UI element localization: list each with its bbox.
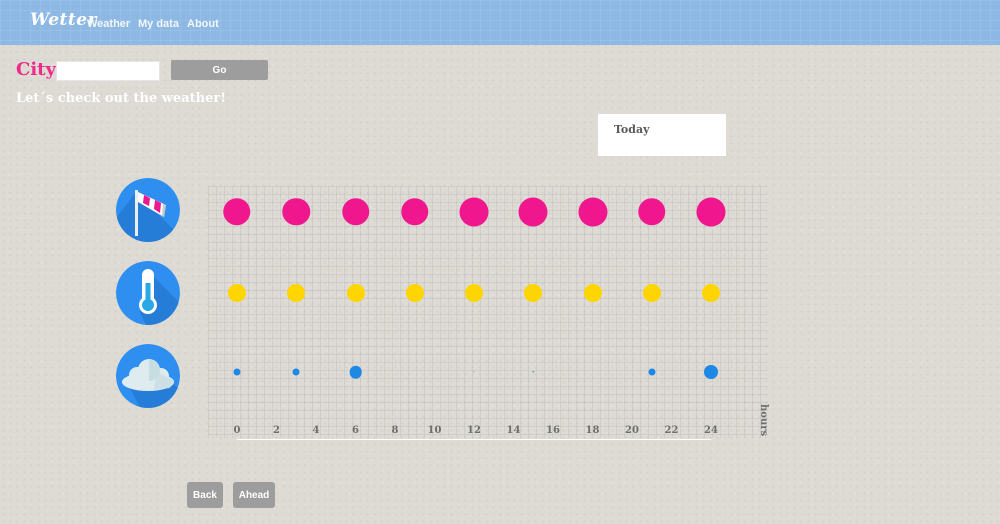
x-tick-label: 18 — [585, 425, 600, 436]
x-tick-label: 2 — [273, 425, 280, 436]
x-axis-label: hours — [758, 404, 769, 437]
data-point — [459, 197, 489, 227]
windsock-icon — [116, 178, 180, 242]
x-tick-label: 14 — [506, 425, 521, 436]
data-point — [578, 197, 607, 227]
data-point — [642, 284, 661, 302]
today-panel: Today — [598, 114, 726, 156]
city-input[interactable] — [56, 61, 160, 81]
city-label: City — [16, 59, 56, 80]
data-point — [583, 284, 602, 302]
nav-link-my-data[interactable]: My data — [138, 18, 179, 30]
data-point — [346, 284, 365, 302]
data-point — [696, 197, 726, 227]
x-tick-label: 22 — [664, 425, 679, 436]
cloud-icon — [116, 344, 180, 408]
data-point — [287, 284, 306, 302]
navbar: Wetter Weather My data About — [0, 0, 1000, 45]
data-point — [648, 368, 656, 376]
go-button[interactable]: Go — [171, 60, 268, 80]
data-point — [405, 284, 424, 302]
x-tick-label: 8 — [391, 425, 399, 436]
x-tick-label: 4 — [312, 425, 320, 436]
data-point — [228, 284, 246, 302]
ahead-button[interactable]: Ahead — [233, 482, 275, 508]
x-axis-line — [237, 439, 711, 440]
data-point — [465, 284, 483, 302]
nav-link-about[interactable]: About — [187, 18, 219, 30]
x-tick-label: 24 — [704, 425, 718, 436]
data-point — [349, 365, 362, 379]
today-label: Today — [614, 123, 650, 136]
data-point — [518, 197, 548, 227]
data-point — [292, 368, 300, 376]
x-tick-label: 6 — [352, 425, 359, 436]
x-tick-label: 16 — [546, 425, 560, 436]
data-point — [702, 284, 720, 302]
back-button[interactable]: Back — [187, 482, 223, 508]
x-tick-label: 12 — [467, 425, 481, 436]
data-point — [704, 365, 718, 379]
thermometer-icon — [116, 261, 180, 325]
x-tick-label: 20 — [625, 425, 639, 436]
x-tick-label: 0 — [233, 425, 241, 436]
data-point — [524, 284, 543, 302]
data-point — [233, 368, 241, 376]
page-tagline: Let´s check out the weather! — [16, 91, 226, 106]
nav-link-weather[interactable]: Weather — [87, 18, 130, 30]
x-tick-label: 10 — [427, 425, 442, 436]
